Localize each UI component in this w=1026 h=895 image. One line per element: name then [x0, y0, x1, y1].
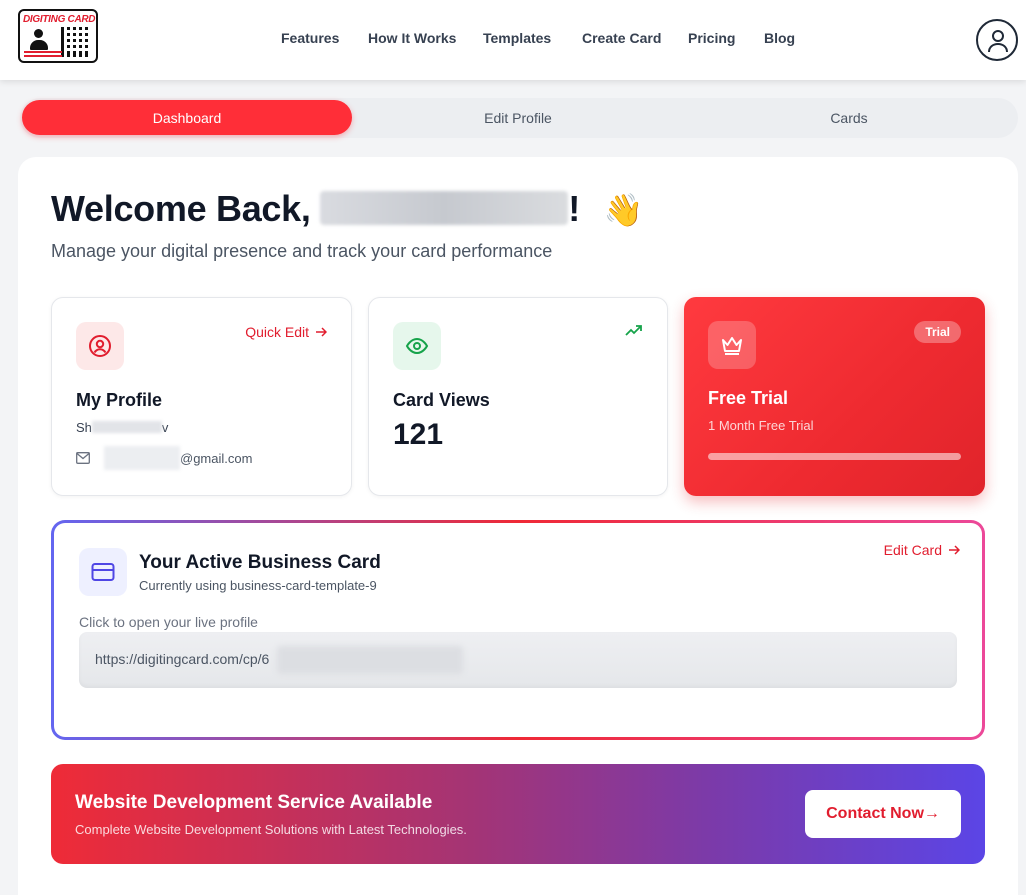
nav-create-card[interactable]: Create Card	[582, 30, 661, 46]
dashboard-tabs: Dashboard Edit Profile Cards	[20, 98, 1018, 138]
card-views-count: 121	[393, 418, 444, 451]
quick-edit-link[interactable]: Quick Edit	[245, 324, 327, 340]
logo-underline	[24, 51, 62, 57]
contact-now-button[interactable]: Contact Now→	[805, 790, 961, 838]
free-trial-subtitle: 1 Month Free Trial	[708, 418, 814, 433]
profile-name-start: Sh	[76, 420, 92, 435]
profile-icon	[76, 322, 124, 370]
redacted-name	[91, 421, 162, 433]
edit-card-label: Edit Card	[883, 542, 942, 558]
card-views-card: Card Views 121	[368, 297, 668, 496]
credit-card-icon	[79, 548, 127, 596]
main-nav: Features How It Works Templates Create C…	[0, 30, 1026, 50]
free-trial-card: Trial Free Trial 1 Month Free Trial	[684, 297, 985, 496]
user-avatar-button[interactable]	[976, 19, 1018, 61]
crown-icon	[708, 321, 756, 369]
profile-name: Sh v	[76, 420, 168, 435]
trial-progress-fill	[708, 453, 961, 460]
arrow-right-icon	[316, 327, 327, 337]
mail-icon	[76, 452, 90, 464]
edit-card-link[interactable]: Edit Card	[884, 542, 960, 558]
welcome-heading: Welcome Back, ! 👋	[51, 188, 644, 230]
trial-badge: Trial	[914, 321, 961, 343]
tab-cards[interactable]: Cards	[684, 100, 1014, 135]
live-profile-url-link[interactable]: https://digitingcard.com/cp/6	[79, 632, 957, 688]
nav-how-it-works[interactable]: How It Works	[368, 30, 456, 46]
tab-dashboard[interactable]: Dashboard	[22, 100, 352, 135]
redacted-email	[104, 446, 180, 470]
quick-edit-label: Quick Edit	[245, 324, 309, 340]
nav-features[interactable]: Features	[281, 30, 339, 46]
top-header: DIGITING CARD Features How It Works Temp…	[0, 0, 1026, 80]
waving-hand-icon: 👋	[603, 192, 644, 228]
banner-subtitle: Complete Website Development Solutions w…	[75, 822, 467, 837]
logo-text: DIGITING CARD	[23, 14, 96, 25]
live-profile-label: Click to open your live profile	[79, 614, 258, 630]
free-trial-title: Free Trial	[708, 388, 789, 408]
profile-email-suffix: @gmail.com	[180, 450, 253, 466]
website-dev-banner: Website Development Service Available Co…	[51, 764, 985, 864]
eye-icon	[393, 322, 441, 370]
active-business-card: Your Active Business Card Currently usin…	[51, 520, 985, 740]
my-profile-title: My Profile	[76, 390, 163, 410]
welcome-suffix: !	[568, 188, 580, 229]
redacted-url	[277, 646, 463, 674]
tab-edit-profile[interactable]: Edit Profile	[353, 100, 683, 135]
nav-templates[interactable]: Templates	[483, 30, 551, 46]
nav-blog[interactable]: Blog	[764, 30, 795, 46]
welcome-subtitle: Manage your digital presence and track y…	[51, 241, 553, 261]
arrow-right-icon	[949, 545, 960, 555]
active-card-title: Your Active Business Card	[139, 552, 381, 573]
my-profile-card: Quick Edit My Profile Sh v @gmail.com	[51, 297, 352, 496]
nav-pricing[interactable]: Pricing	[688, 30, 735, 46]
active-card-template: Currently using business-card-template-9	[139, 578, 377, 593]
banner-title: Website Development Service Available	[75, 792, 433, 813]
live-profile-url: https://digitingcard.com/cp/6	[95, 651, 270, 667]
profile-email: @gmail.com	[76, 446, 252, 470]
trending-up-icon	[625, 324, 643, 342]
user-icon	[988, 30, 1008, 53]
welcome-prefix: Welcome Back,	[51, 188, 311, 229]
trial-progress-bar	[708, 453, 961, 460]
redacted-username	[320, 191, 569, 225]
card-views-title: Card Views	[393, 390, 490, 410]
profile-name-end: v	[161, 420, 169, 435]
